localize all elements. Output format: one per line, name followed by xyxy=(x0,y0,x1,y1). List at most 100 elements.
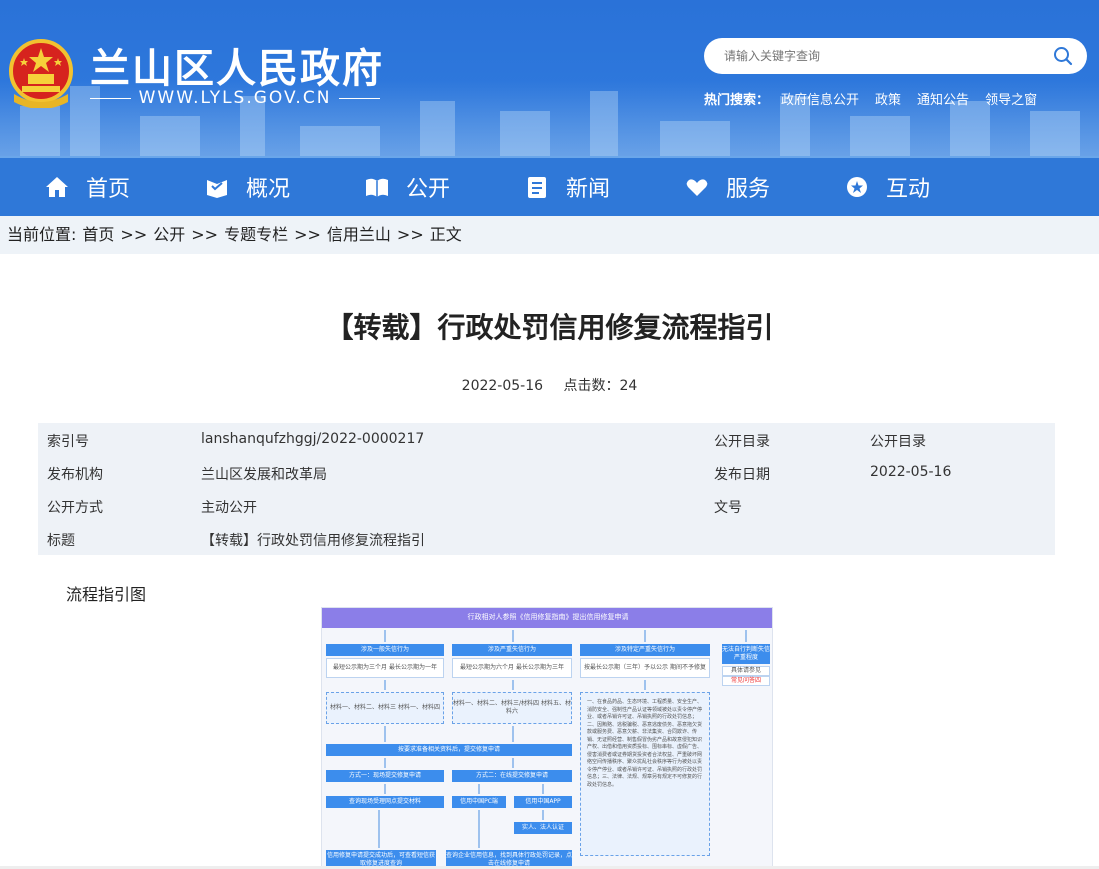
nav-item-service[interactable]: 服务 xyxy=(684,158,770,216)
flow-arrow xyxy=(512,726,514,742)
flow-way2-app: 信用中国APP xyxy=(514,796,572,808)
flow-arrow xyxy=(378,810,380,848)
breadcrumb: 当前位置: 首页 >> 公开 >> 专题专栏 >> 信用兰山 >> 正文 xyxy=(0,216,1099,254)
nav-item-interact[interactable]: 互动 xyxy=(844,158,930,216)
breadcrumb-public[interactable]: 公开 xyxy=(153,216,185,254)
site-url: WWW.LYLS.GOV.CN xyxy=(90,88,381,108)
news-icon xyxy=(528,177,546,198)
article-meta: 2022-05-16 点击数：24 xyxy=(0,375,1099,395)
divider xyxy=(339,97,381,99)
nav-item-news[interactable]: 新闻 xyxy=(524,158,610,216)
flow-realname: 实人、法人认证 xyxy=(514,822,572,834)
flow-arrow xyxy=(512,680,514,690)
nav-item-public[interactable]: 公开 xyxy=(364,158,450,216)
nav-label: 概况 xyxy=(246,177,291,202)
hot-link-notices[interactable]: 通知公告 xyxy=(917,89,969,108)
info-label: 公开目录 xyxy=(714,434,770,450)
flow-arrow xyxy=(384,758,386,768)
site-title: 兰山区人民政府 xyxy=(90,46,384,92)
info-row: 公开方式 主动公开 文号 xyxy=(38,489,1055,522)
flow-col1-sub: 最短公示期为三个月 最长公示期为一年 xyxy=(326,658,444,678)
info-label: 公开方式 xyxy=(47,500,103,516)
flow-col4-head: 无法自行判断失信严重程度 xyxy=(722,644,770,664)
chat-icon xyxy=(847,177,867,197)
article-views: 点击数：24 xyxy=(564,378,638,394)
search-icon[interactable] xyxy=(1053,46,1073,66)
flow-way1: 方式一：现场提交修复申请 xyxy=(326,770,444,782)
flowchart-image: 行政相对人参照《信用修复指南》提出信用修复申请 涉及一般失信行为 最短公示期为三… xyxy=(321,607,773,869)
flow-col1-materials: 材料一、材料二、材料三 材料一、材料四 xyxy=(326,692,444,724)
heart-hand-icon xyxy=(686,179,708,196)
flow-arrow xyxy=(644,680,646,690)
info-value: lanshanqufzhggj/2022-0000217 xyxy=(201,431,425,447)
book-icon xyxy=(366,178,388,197)
search-input[interactable] xyxy=(724,46,1024,66)
flow-way2-pc: 信用中国PC端 xyxy=(452,796,506,808)
breadcrumb-separator: >> xyxy=(396,225,424,244)
flow-notes-box: 一、在食品药品、生态环境、工程质量、安全生产、消防安全、强制性产品认证等领域被处… xyxy=(580,692,710,856)
breadcrumb-current: 正文 xyxy=(429,225,462,244)
flow-arrow xyxy=(384,680,386,690)
flow-arrow xyxy=(384,630,386,642)
hot-search: 热门搜索： 政府信息公开 政策 通知公告 领导之窗 xyxy=(704,89,1037,108)
breadcrumb-prefix: 当前位置: xyxy=(7,225,77,244)
search-box xyxy=(704,38,1087,74)
flow-way2: 方式二：在线提交修复申请 xyxy=(452,770,572,782)
flow-col1-head: 涉及一般失信行为 xyxy=(326,644,444,656)
info-label: 标题 xyxy=(47,533,75,549)
home-icon xyxy=(46,177,68,197)
flow-arrow xyxy=(644,630,646,642)
flow-way1-step: 查询现场受理网点提交材料 xyxy=(326,796,444,808)
flow-col3-sub: 按最长公示期（三年）予以公示 期间不予修复 xyxy=(580,658,710,678)
info-label: 发布日期 xyxy=(714,467,770,483)
overview-icon xyxy=(207,180,227,198)
nav-label: 首页 xyxy=(86,177,131,202)
flow-arrow xyxy=(745,630,747,642)
breadcrumb-credit[interactable]: 信用兰山 xyxy=(327,216,391,254)
info-label: 索引号 xyxy=(47,434,89,450)
hot-link-info-disclosure[interactable]: 政府信息公开 xyxy=(781,89,859,108)
info-value: 2022-05-16 xyxy=(870,464,952,480)
divider xyxy=(90,97,131,99)
main-nav: 首页 概况 公开 新闻 服务 互动 xyxy=(0,156,1099,216)
breadcrumb-separator: >> xyxy=(120,225,148,244)
flow-arrow xyxy=(384,784,386,794)
flow-arrow xyxy=(384,726,386,742)
flow-col4-link: 常见问答四 xyxy=(722,676,770,686)
flow-arrow xyxy=(542,784,544,794)
info-row: 索引号 lanshanqufzhggj/2022-0000217 公开目录 公开… xyxy=(38,423,1055,456)
info-row: 发布机构 兰山区发展和改革局 发布日期 2022-05-16 xyxy=(38,456,1055,489)
hot-link-leaders[interactable]: 领导之窗 xyxy=(985,89,1037,108)
breadcrumb-home[interactable]: 首页 xyxy=(82,216,114,254)
flow-col2-sub: 最短公示期为六个月 最长公示期为三年 xyxy=(452,658,572,678)
breadcrumb-topics[interactable]: 专题专栏 xyxy=(224,216,288,254)
info-label: 发布机构 xyxy=(47,467,103,483)
breadcrumb-separator: >> xyxy=(294,225,321,244)
nav-item-overview[interactable]: 概况 xyxy=(204,158,290,216)
flow-top-box: 行政相对人参照《信用修复指南》提出信用修复申请 xyxy=(322,608,772,628)
info-row: 标题 【转载】行政处罚信用修复流程指引 xyxy=(38,522,1055,555)
views-label: 点击数： xyxy=(563,378,620,394)
info-value: 公开目录 xyxy=(870,434,926,450)
article-date: 2022-05-16 xyxy=(461,378,544,394)
national-emblem-icon xyxy=(9,39,73,108)
nav-label: 公开 xyxy=(406,177,451,202)
flow-arrow xyxy=(478,810,480,848)
info-value: 【转载】行政处罚信用修复流程指引 xyxy=(201,533,425,549)
flow-notes: 一、在食品药品、生态环境、工程质量、安全生产、消防安全、强制性产品认证等领域被处… xyxy=(587,699,703,788)
info-value: 兰山区发展和改革局 xyxy=(201,467,327,483)
flow-col2-materials: 材料一、材料二、材料三/材料四 材料五、材料六 xyxy=(452,692,572,724)
flow-arrow xyxy=(512,630,514,642)
info-value: 主动公开 xyxy=(201,500,257,516)
flow-col4-sub: 具体请参见 xyxy=(722,666,770,676)
flow-col3-head: 涉及特定严重失信行为 xyxy=(580,644,710,656)
hot-link-policy[interactable]: 政策 xyxy=(875,89,901,108)
nav-item-home[interactable]: 首页 xyxy=(44,158,130,216)
nav-label: 服务 xyxy=(726,177,771,202)
views-count: 24 xyxy=(619,378,638,394)
flow-arrow xyxy=(512,758,514,768)
breadcrumb-separator: >> xyxy=(191,225,219,244)
article-info-table: 索引号 lanshanqufzhggj/2022-0000217 公开目录 公开… xyxy=(38,423,1055,555)
info-label: 文号 xyxy=(714,500,742,516)
figure-label: 流程指引图 xyxy=(66,585,147,604)
